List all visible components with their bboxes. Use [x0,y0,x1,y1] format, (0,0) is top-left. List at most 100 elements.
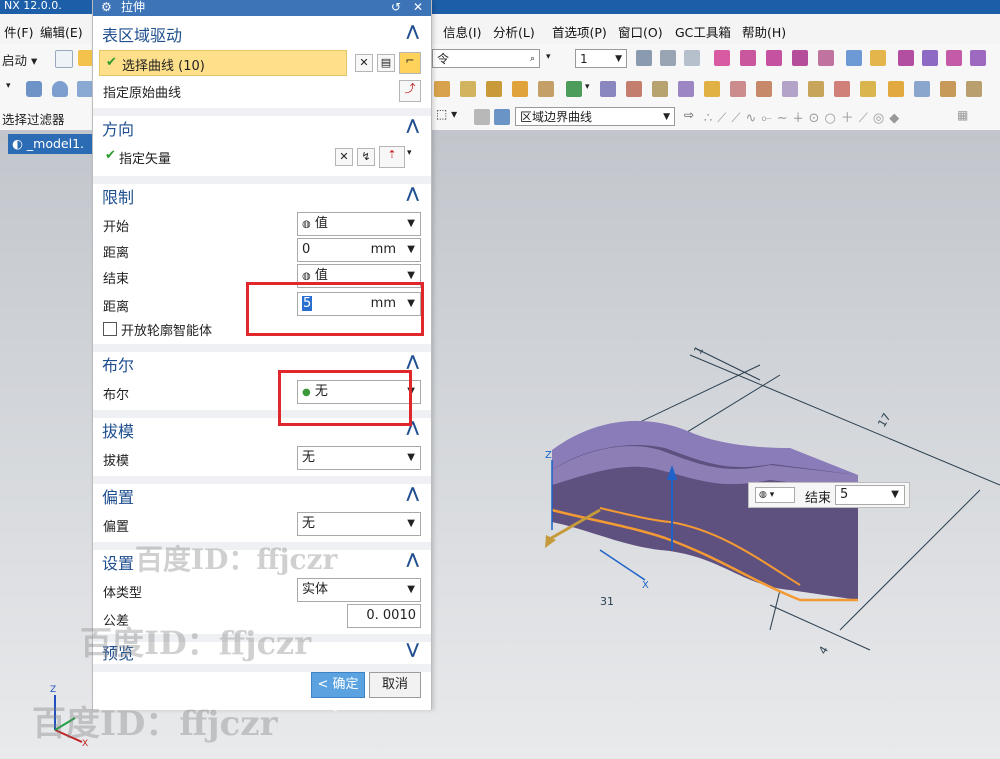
menu-help[interactable]: 帮助(H) [742,22,786,41]
offset-face-icon[interactable] [652,81,668,97]
cylinder-icon[interactable] [52,81,68,97]
delete-face-icon[interactable] [966,81,982,97]
point-snap-icon[interactable] [714,50,730,66]
dialog-title-bar[interactable]: ⚙ 拉伸 ↺ ✕ [93,0,431,16]
face-select-icon[interactable] [970,50,986,66]
select-curve-icon[interactable]: ⌐ [399,52,421,74]
sweep-icon[interactable] [834,81,850,97]
app-title: NX 12.0.0. [4,0,62,12]
menu-gc-toolbox[interactable]: GC工具箱 [675,22,731,41]
chamfer-icon[interactable] [460,81,476,97]
menu-edit[interactable]: 编辑(E) [40,22,83,41]
body-select-icon[interactable] [946,50,962,66]
mirror-icon[interactable] [538,81,554,97]
value-type-select[interactable]: ◍ ▾ [755,487,795,503]
close-icon[interactable]: ✕ [413,0,423,14]
original-curve-icon[interactable]: ⤴ [399,80,421,102]
reverse-direction-icon[interactable]: ✕ [335,148,353,166]
selection-mode-icon[interactable] [898,50,914,66]
intersection-snap-icon[interactable] [818,50,834,66]
collapse-icon[interactable]: ⋀ [406,484,419,502]
body-type-label: 体类型 [103,586,143,601]
tangent-snap-icon[interactable] [792,50,808,66]
expand-icon[interactable]: ⋁ [406,640,419,658]
draft-select[interactable]: 无 ▼ [297,446,421,470]
chevron-down-icon: ▼ [663,112,670,122]
revolve-icon[interactable] [860,81,876,97]
render-icon[interactable] [870,50,886,66]
split-body-icon[interactable] [730,81,746,97]
view-icon[interactable] [846,50,862,66]
vector-dialog-icon[interactable]: ↯ [357,148,375,166]
svg-text:1: 1 [691,344,706,357]
collapse-icon[interactable]: ⋀ [406,352,419,370]
move-to-layer-icon[interactable] [684,50,700,66]
new-file-icon[interactable] [55,50,73,68]
edge-blend-icon[interactable] [434,81,450,97]
shell-icon[interactable] [626,81,642,97]
selection-filter-label[interactable]: 选择过滤器 [2,109,65,128]
gear-icon[interactable]: ⚙ [101,0,112,14]
vector-dropdown-icon[interactable]: ▾ [407,148,412,158]
collapse-icon[interactable]: ⋀ [406,22,419,40]
ok-button[interactable]: < 确定 > [311,672,365,716]
chevron-down-icon[interactable]: ▾ [585,82,590,92]
start-menu-button[interactable]: 启动 ▾ [2,50,37,69]
rib-icon[interactable] [600,81,616,97]
cube-icon[interactable] [26,81,42,97]
cone-icon[interactable] [77,81,93,97]
hole-pattern-icon[interactable] [512,81,528,97]
menu-preferences[interactable]: 首选项(P) [552,22,607,41]
layer-settings-icon[interactable] [636,50,652,66]
onscreen-end-value[interactable]: 5 ▼ [835,485,905,505]
add-feature-icon[interactable] [566,81,582,97]
filter-icon[interactable] [474,109,490,125]
arrow-right-icon[interactable]: ⇨ [684,108,694,122]
collapse-icon[interactable]: ⋀ [406,184,419,202]
cancel-button[interactable]: 取消 [369,672,421,698]
midpoint-snap-icon[interactable] [766,50,782,66]
replace-face-icon[interactable] [888,81,904,97]
trim-body-icon[interactable] [704,81,720,97]
endpoint-snap-icon[interactable] [740,50,756,66]
part-filter-icon[interactable] [494,109,510,125]
dialog-title: 拉伸 [121,0,146,14]
select-curve-row[interactable]: ✔ 选择曲线 (10) [99,50,347,76]
pattern-icon[interactable] [486,81,502,97]
layer-select[interactable]: 1 ▼ [575,49,627,68]
separator [93,176,431,184]
chevron-down-icon[interactable]: ▾ [6,81,11,91]
open-profile-checkbox[interactable] [103,322,117,336]
onscreen-end-input[interactable]: ◍ ▾ 结束 5 ▼ [748,482,910,508]
unit-label: mm [370,242,396,257]
snap-point-icons[interactable]: ∴⟋⟋∿⟜∼∔⊙○＋⟋◎◆ [704,107,904,126]
reset-icon[interactable]: ↺ [391,0,401,14]
layer-visibility-icon[interactable] [660,50,676,66]
feature-select-icon[interactable] [922,50,938,66]
sew-icon[interactable] [756,81,772,97]
extract-icon[interactable] [782,81,798,97]
tolerance-input[interactable]: 0. 0010 [347,604,421,628]
start-distance-input[interactable]: 0 mm ▼ [297,238,421,262]
body-type-select[interactable]: 实体 ▼ [297,578,421,602]
start-type-select[interactable]: ◍ 值 ▼ [297,212,421,236]
draft-icon[interactable] [678,81,694,97]
command-search-input[interactable]: 令 ⌕ [432,49,540,68]
menu-analysis[interactable]: 分析(L) [493,22,535,41]
snap-settings-icon[interactable]: ▦ [957,108,968,122]
offset-select[interactable]: 无 ▼ [297,512,421,536]
move-face-icon[interactable] [914,81,930,97]
thicken-icon[interactable] [808,81,824,97]
menu-info[interactable]: 信息(I) [443,22,481,41]
curve-rule-select[interactable]: 区域边界曲线 ▼ [515,107,675,126]
search-dropdown-icon[interactable]: ▾ [546,52,551,62]
menu-window[interactable]: 窗口(O) [618,22,663,41]
vector-icon[interactable]: ⇡ [379,146,405,168]
resize-blend-icon[interactable] [940,81,956,97]
menu-file[interactable]: 件(F) [4,22,33,41]
select-box-icon[interactable]: ⬚ ▾ [436,107,457,121]
collapse-icon[interactable]: ⋀ [406,550,419,568]
collapse-icon[interactable]: ⋀ [406,116,419,134]
sketch-icon[interactable]: ▤ [377,54,395,72]
curve-rule-icon[interactable]: ✕ [355,54,373,72]
